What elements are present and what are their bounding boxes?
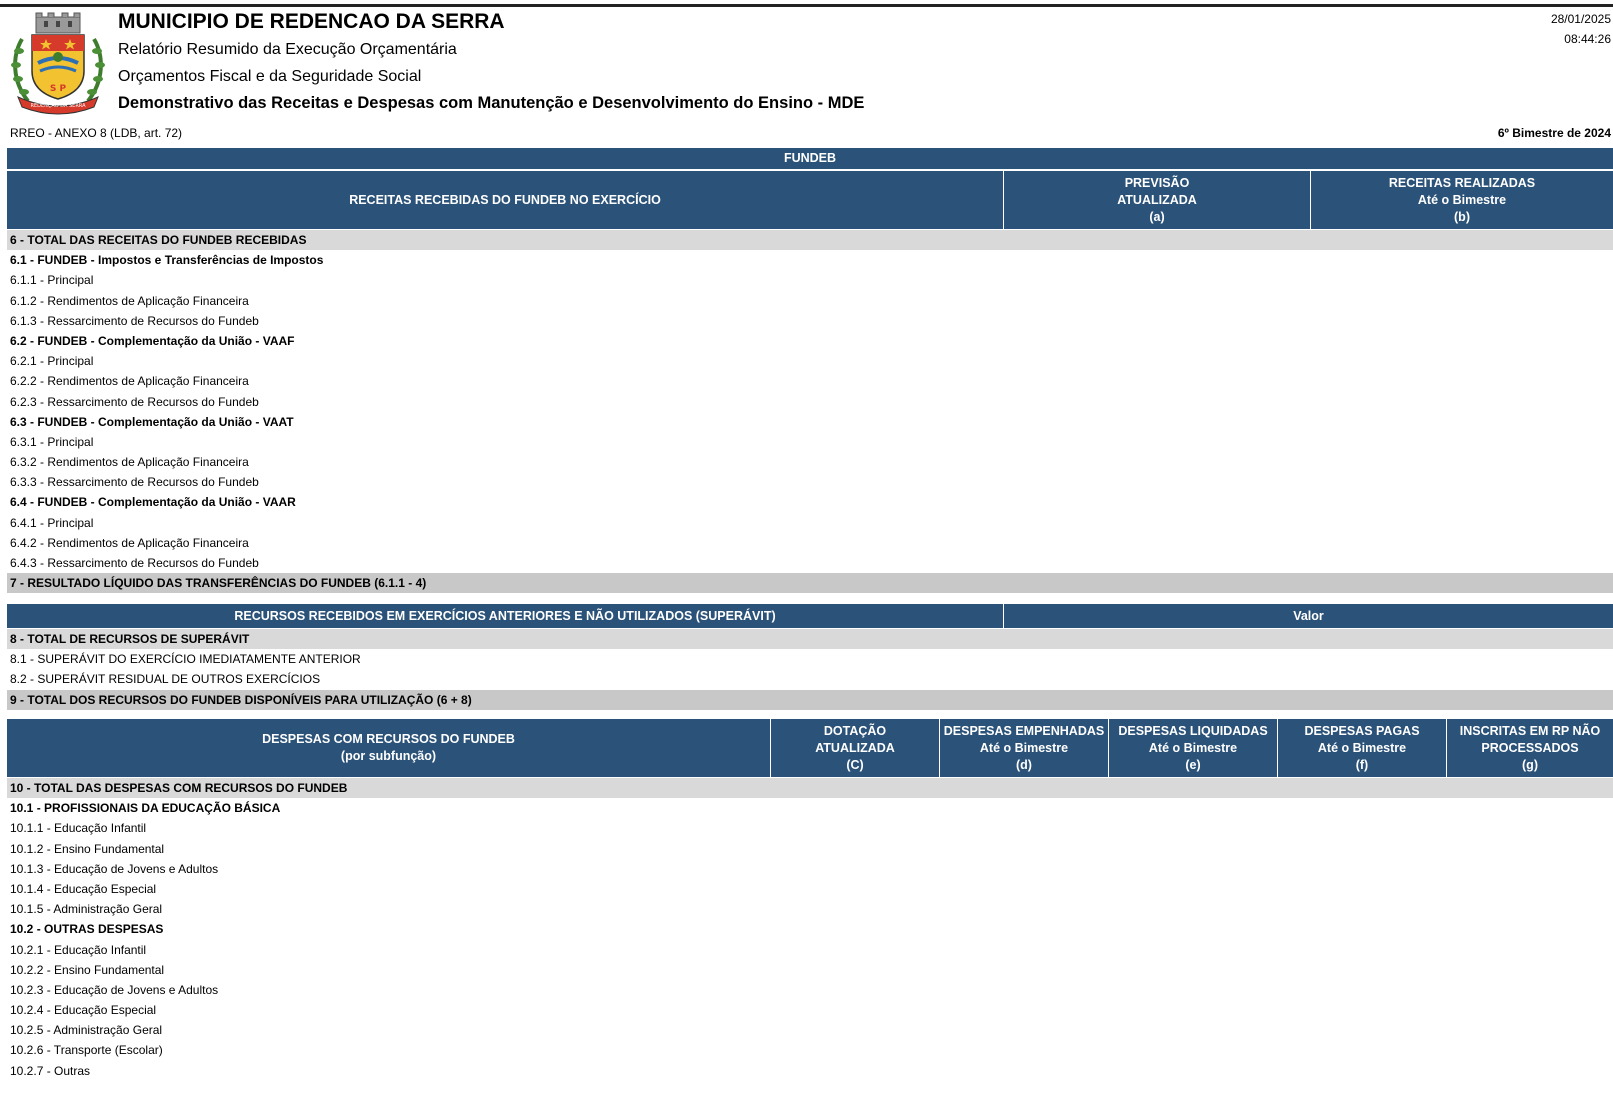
expenses-col-f: DESPESAS PAGAS Até o Bimestre (f) — [1277, 719, 1446, 777]
table-row: 6.4.1 - Principal — [10, 515, 94, 530]
table-row: 10.2 - OUTRAS DESPESAS — [10, 922, 164, 937]
annex-row: RREO - ANEXO 8 (LDB, art. 72) 6º Bimestr… — [10, 126, 1611, 142]
table-row: 10.2.4 - Educação Especial — [10, 1003, 157, 1018]
table-row: 10.1.5 - Administração Geral — [10, 902, 163, 917]
municipal-crest-icon: S P REDENÇÃO DA SERRA — [11, 12, 105, 115]
revenues-col-b: RECEITAS REALIZADAS Até o Bimestre (b) — [1310, 171, 1613, 229]
expenses-col-desc: DESPESAS COM RECURSOS DO FUNDEB (por subf… — [262, 732, 515, 763]
table-row: 6.2.2 - Rendimentos de Aplicação Finance… — [10, 374, 249, 389]
table-row: 6.4.3 - Ressarcimento de Recursos do Fun… — [10, 556, 259, 570]
table-row: 6.4.2 - Rendimentos de Aplicação Finance… — [10, 535, 249, 550]
expenses-rows: 10 - TOTAL DAS DESPESAS COM RECURSOS DO … — [7, 778, 1613, 1081]
fundeb-section-header: FUNDEB — [7, 148, 1613, 169]
revenues-col-desc: RECEITAS RECEBIDAS DO FUNDEB NO EXERCÍCI… — [349, 192, 661, 207]
expenses-col-g: INSCRITAS EM RP NÃO PROCESSADOS (g) — [1446, 719, 1613, 777]
expenses-col-e: DESPESAS LIQUIDADAS Até o Bimestre (e) — [1108, 719, 1277, 777]
table-row: 6 - TOTAL DAS RECEITAS DO FUNDEB RECEBID… — [7, 230, 1613, 251]
table-row: 6.1.3 - Ressarcimento de Recursos do Fun… — [10, 313, 259, 328]
surplus-col-desc: RECURSOS RECEBIDOS EM EXERCÍCIOS ANTERIO… — [234, 608, 776, 623]
table-row: 10.2.5 - Administração Geral — [10, 1023, 163, 1038]
budgets-subtitle: Orçamentos Fiscal e da Seguridade Social — [118, 68, 422, 85]
report-subtitle: Relatório Resumido da Execução Orçamentá… — [118, 41, 457, 58]
table-row: 9 - TOTAL DOS RECURSOS DO FUNDEB DISPONÍ… — [7, 689, 1613, 710]
table-row: 10.2.3 - Educação de Jovens e Adultos — [10, 982, 219, 997]
table-row: 8.1 - SUPERÁVIT DO EXERCÍCIO IMEDIATAMEN… — [10, 652, 361, 667]
expenses-col-c: DOTAÇÃO ATUALIZADA (C) — [770, 719, 939, 777]
table-row: 6.1.2 - Rendimentos de Aplicação Finance… — [10, 293, 249, 308]
table-row: 10.1.3 - Educação de Jovens e Adultos — [10, 861, 219, 876]
table-row: 6.1 - FUNDEB - Impostos e Transferências… — [10, 253, 324, 268]
statement-title: Demonstrativo das Receitas e Despesas co… — [118, 94, 865, 112]
table-row: 10.2.7 - Outras — [10, 1063, 91, 1078]
municipality-title: MUNICIPIO DE REDENCAO DA SERRA — [118, 10, 505, 33]
period-label: 6º Bimestre de 2024 — [1497, 126, 1611, 140]
table-row: 6.3.3 - Ressarcimento de Recursos do Fun… — [10, 475, 259, 490]
report-time: 08:44:26 — [1564, 32, 1611, 46]
header-text-block: MUNICIPIO DE REDENCAO DA SERRA Relatório… — [118, 7, 864, 117]
table-row: 6.2 - FUNDEB - Complementação da União -… — [10, 333, 295, 348]
crest-letters: S P — [50, 84, 67, 94]
table-row: 6.3.2 - Rendimentos de Aplicação Finance… — [10, 455, 249, 470]
revenues-col-a: PREVISÃO ATUALIZADA (a) — [1003, 171, 1310, 229]
crest-ribbon-text: REDENÇÃO DA SERRA — [30, 102, 86, 109]
surplus-table-header: RECURSOS RECEBIDOS EM EXERCÍCIOS ANTERIO… — [7, 604, 1613, 628]
timestamp: 28/01/2025 08:44:26 — [1551, 9, 1611, 49]
revenues-table-header: RECEITAS RECEBIDAS DO FUNDEB NO EXERCÍCI… — [7, 171, 1613, 229]
surplus-col-value: Valor — [1003, 604, 1613, 628]
table-row: 10.1.1 - Educação Infantil — [10, 821, 147, 836]
table-row: 6.2.3 - Ressarcimento de Recursos do Fun… — [10, 394, 259, 409]
table-row: 10 - TOTAL DAS DESPESAS COM RECURSOS DO … — [7, 778, 1613, 799]
table-row: 6.1.1 - Principal — [10, 273, 94, 288]
table-row: 7 - RESULTADO LÍQUIDO DAS TRANSFERÊNCIAS… — [7, 573, 1613, 594]
table-row: 10.1 - PROFISSIONAIS DA EDUCAÇÃO BÁSICA — [10, 801, 281, 816]
table-row: 10.2.1 - Educação Infantil — [10, 942, 147, 957]
table-row: 6.2.1 - Principal — [10, 354, 94, 369]
revenues-rows: 6 - TOTAL DAS RECEITAS DO FUNDEB RECEBID… — [7, 230, 1613, 594]
report-header: S P REDENÇÃO DA SERRA MUNICIPIO DE REDEN… — [0, 7, 1613, 125]
table-row: 10.2.2 - Ensino Fundamental — [10, 962, 165, 977]
report-date: 28/01/2025 — [1550, 12, 1611, 26]
table-row: 6.4 - FUNDEB - Complementação da União -… — [10, 495, 296, 510]
surplus-rows: 8 - TOTAL DE RECURSOS DE SUPERÁVIT 8.1 - … — [7, 629, 1613, 710]
table-row: 6.3.1 - Principal — [10, 434, 94, 449]
annex-label: RREO - ANEXO 8 (LDB, art. 72) — [10, 126, 183, 140]
table-row: 10.1.4 - Educação Especial — [10, 881, 157, 896]
table-row: 8 - TOTAL DE RECURSOS DE SUPERÁVIT — [7, 629, 1613, 650]
table-row: 10.2.6 - Transporte (Escolar) — [10, 1043, 163, 1058]
expenses-col-d: DESPESAS EMPENHADAS Até o Bimestre (d) — [939, 719, 1108, 777]
expenses-table-header: DESPESAS COM RECURSOS DO FUNDEB (por subf… — [7, 719, 1613, 777]
table-row: 8.2 - SUPERÁVIT RESIDUAL DE OUTROS EXERC… — [10, 672, 321, 687]
table-row: 10.1.2 - Ensino Fundamental — [10, 841, 165, 856]
table-row: 6.3 - FUNDEB - Complementação da União -… — [10, 414, 294, 429]
